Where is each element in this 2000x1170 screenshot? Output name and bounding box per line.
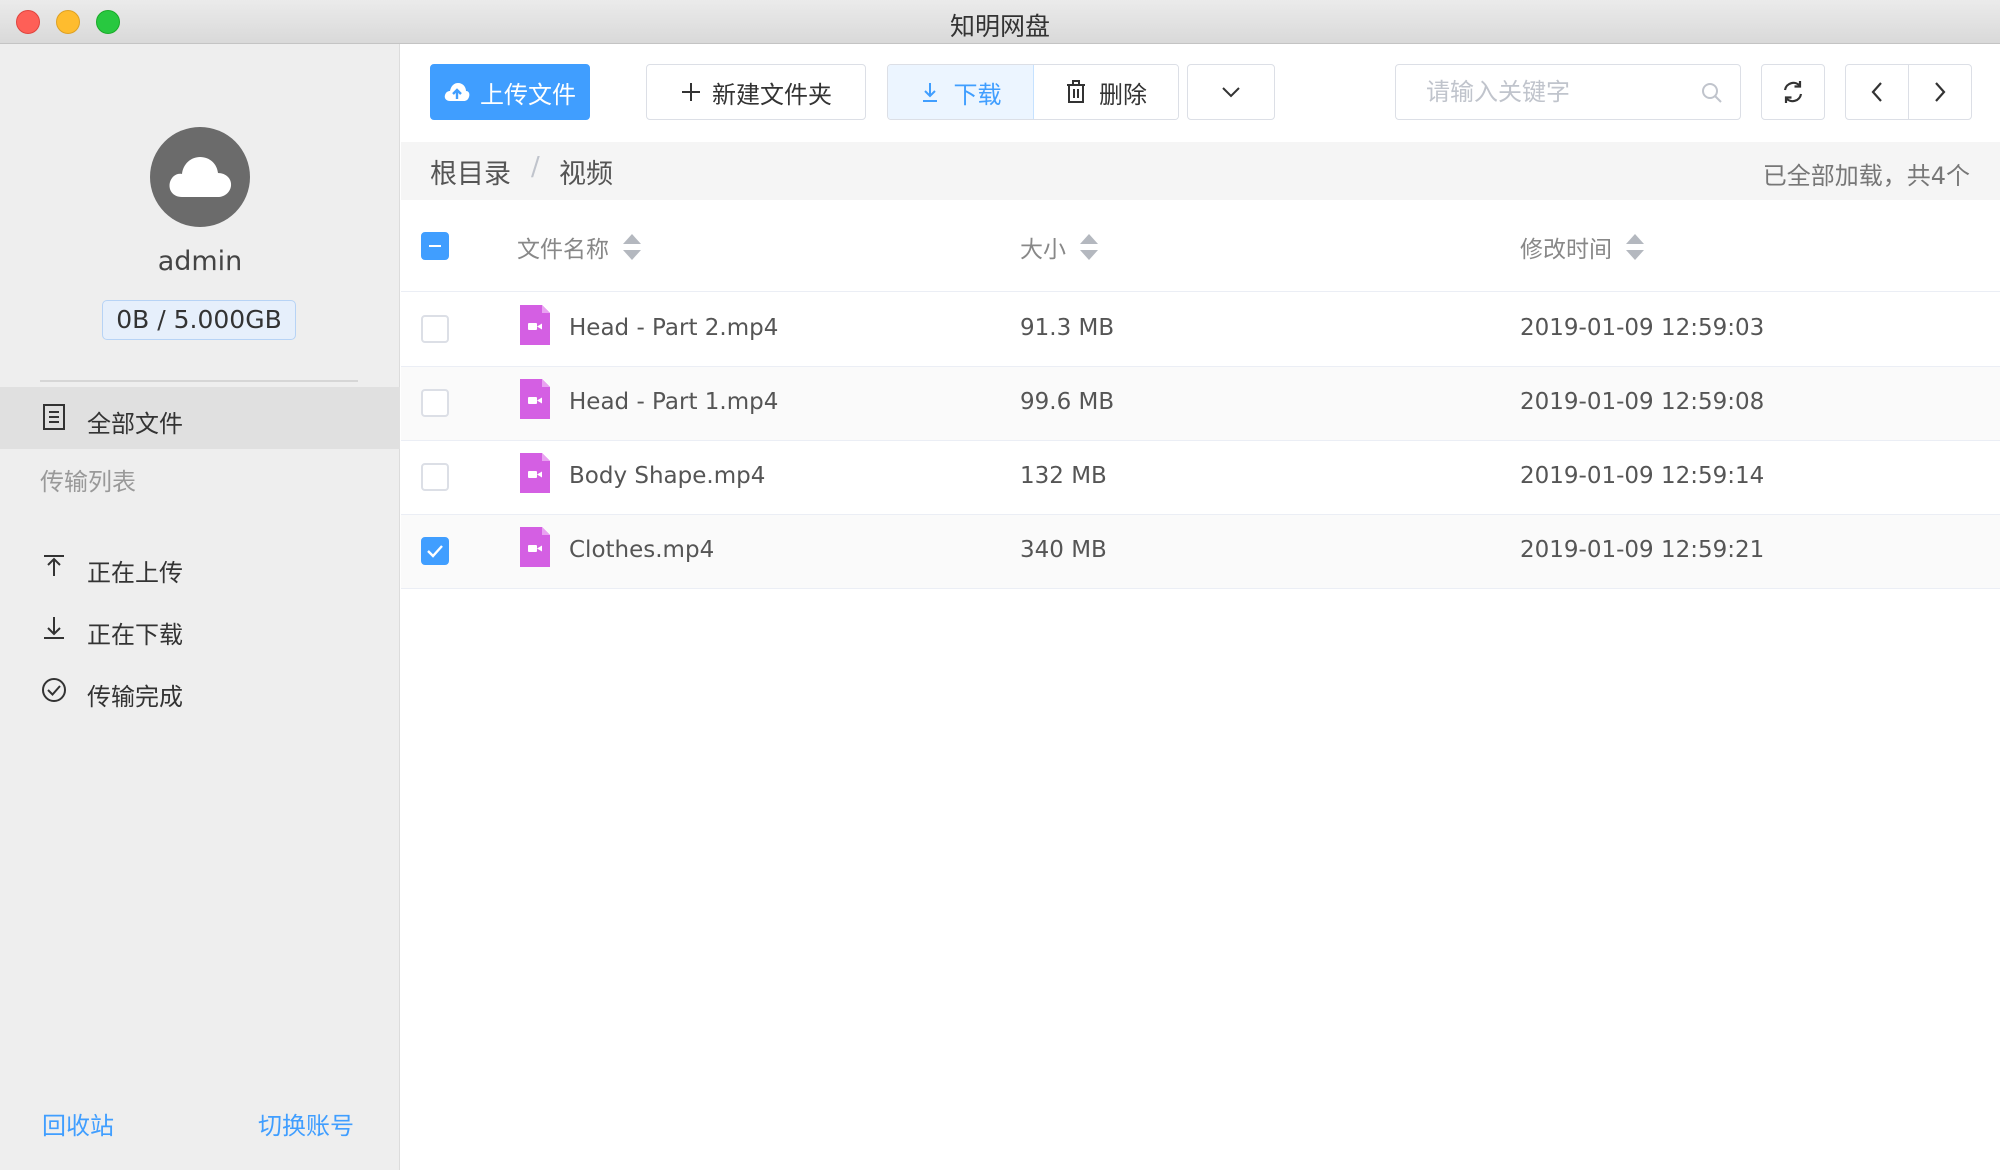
file-modified: 2019-01-09 12:59:21 (1520, 537, 1765, 563)
upload-file-button[interactable]: 上传文件 (430, 64, 590, 120)
sidebar-item-label: 正在上传 (87, 559, 183, 587)
column-header-name[interactable]: 文件名称 (517, 230, 641, 264)
download-icon (44, 617, 64, 639)
sidebar-item-label: 全部文件 (87, 410, 183, 438)
trash-icon (1067, 80, 1085, 103)
sort-icon[interactable] (623, 234, 641, 260)
download-label: 下载 (953, 80, 1002, 109)
cloud-icon (169, 157, 232, 197)
download-icon (922, 83, 937, 102)
cloud-upload-icon (444, 83, 470, 101)
file-name: Clothes.mp4 (569, 537, 715, 563)
file-name: Body Shape.mp4 (569, 463, 766, 489)
row-checkbox[interactable] (421, 389, 449, 417)
upload-icon (44, 555, 64, 576)
more-actions-dropdown[interactable] (1187, 64, 1275, 120)
document-list-icon (43, 404, 65, 430)
sidebar-item-label: 正在下载 (87, 621, 183, 649)
file-modified: 2019-01-09 12:59:14 (1520, 463, 1765, 489)
table-row[interactable]: Clothes.mp4 340 MB 2019-01-09 12:59:21 (401, 515, 2000, 589)
new-folder-label: 新建文件夹 (712, 80, 832, 109)
forward-button[interactable] (1908, 64, 1972, 120)
chevron-down-icon (1222, 87, 1240, 98)
file-size: 340 MB (1020, 537, 1107, 563)
transfer-list-heading: 传输列表 (40, 468, 136, 496)
load-status-text: 已全部加载，共4个 (1762, 162, 1970, 190)
table-row[interactable]: Body Shape.mp4 132 MB 2019-01-09 12:59:1… (401, 441, 2000, 515)
sidebar: admin 0B / 5.000GB 全部文件 传输列表 正在上传 正在下载 传… (0, 44, 400, 1170)
file-modified: 2019-01-09 12:59:03 (1520, 315, 1765, 341)
search-input[interactable] (1396, 65, 1696, 119)
plus-icon (682, 83, 700, 101)
column-header-label: 大小 (1020, 237, 1066, 263)
sort-icon[interactable] (1626, 234, 1644, 260)
file-size: 99.6 MB (1020, 389, 1115, 415)
sidebar-item-label: 传输完成 (87, 683, 183, 711)
back-button[interactable] (1845, 64, 1909, 120)
refresh-button[interactable] (1761, 64, 1825, 120)
file-name: Head - Part 1.mp4 (569, 389, 779, 415)
table-row[interactable]: Head - Part 2.mp4 91.3 MB 2019-01-09 12:… (401, 293, 2000, 367)
table-header: 文件名称 大小 修改时间 (401, 200, 2000, 292)
file-name: Head - Part 2.mp4 (569, 315, 779, 341)
search-icon[interactable] (1700, 81, 1724, 105)
column-header-label: 文件名称 (517, 237, 609, 263)
check-circle-icon (42, 678, 66, 702)
storage-quota-badge: 0B / 5.000GB (102, 300, 296, 340)
table-row[interactable]: Head - Part 1.mp4 99.6 MB 2019-01-09 12:… (401, 367, 2000, 441)
column-header-label: 修改时间 (1520, 237, 1612, 263)
column-header-size[interactable]: 大小 (1020, 230, 1098, 264)
sidebar-item-all-files[interactable]: 全部文件 (0, 387, 400, 449)
breadcrumb-root[interactable]: 根目录 (430, 152, 511, 191)
sidebar-item-uploading[interactable]: 正在上传 (0, 536, 400, 598)
breadcrumb-separator: / (531, 152, 540, 182)
column-header-modified[interactable]: 修改时间 (1520, 230, 1644, 264)
refresh-icon (1783, 81, 1803, 103)
window-title: 知明网盘 (949, 12, 1050, 41)
video-file-icon (520, 453, 550, 493)
file-size: 132 MB (1020, 463, 1107, 489)
avatar (150, 127, 250, 227)
username: admin (157, 246, 243, 277)
sidebar-divider (40, 380, 358, 382)
chevron-left-icon (1871, 82, 1882, 102)
switch-account-link[interactable]: 切换账号 (258, 1106, 354, 1141)
file-size: 91.3 MB (1020, 315, 1115, 341)
video-file-icon (520, 379, 550, 419)
sort-icon[interactable] (1080, 234, 1098, 260)
main-panel: 上传文件 新建文件夹 下载 删除 请输入关键字 根目录 / 视频 已全部加载，共… (401, 44, 2000, 1170)
row-checkbox[interactable] (421, 463, 449, 491)
checkmark-icon (427, 545, 443, 558)
search-box (1395, 64, 1741, 120)
new-folder-button[interactable]: 新建文件夹 (646, 64, 866, 120)
delete-label: 删除 (1099, 80, 1147, 109)
breadcrumb: 根目录 / 视频 已全部加载，共4个 (401, 142, 2000, 200)
breadcrumb-current: 视频 (559, 159, 613, 190)
select-all-checkbox[interactable] (421, 232, 449, 260)
row-checkbox[interactable] (421, 315, 449, 343)
recycle-bin-link[interactable]: 回收站 (42, 1106, 114, 1141)
sidebar-item-downloading[interactable]: 正在下载 (0, 598, 400, 660)
delete-button[interactable]: 删除 (1034, 65, 1178, 119)
chevron-right-icon (1935, 82, 1946, 102)
title-bar: 知明网盘 (0, 0, 2000, 44)
video-file-icon (520, 305, 550, 345)
download-delete-group: 下载 删除 (887, 64, 1179, 120)
video-file-icon (520, 527, 550, 567)
row-checkbox[interactable] (421, 537, 449, 565)
file-modified: 2019-01-09 12:59:08 (1520, 389, 1765, 415)
upload-file-label: 上传文件 (480, 80, 576, 109)
download-button[interactable]: 下载 (888, 65, 1034, 119)
sidebar-item-transfer-done[interactable]: 传输完成 (0, 660, 400, 722)
